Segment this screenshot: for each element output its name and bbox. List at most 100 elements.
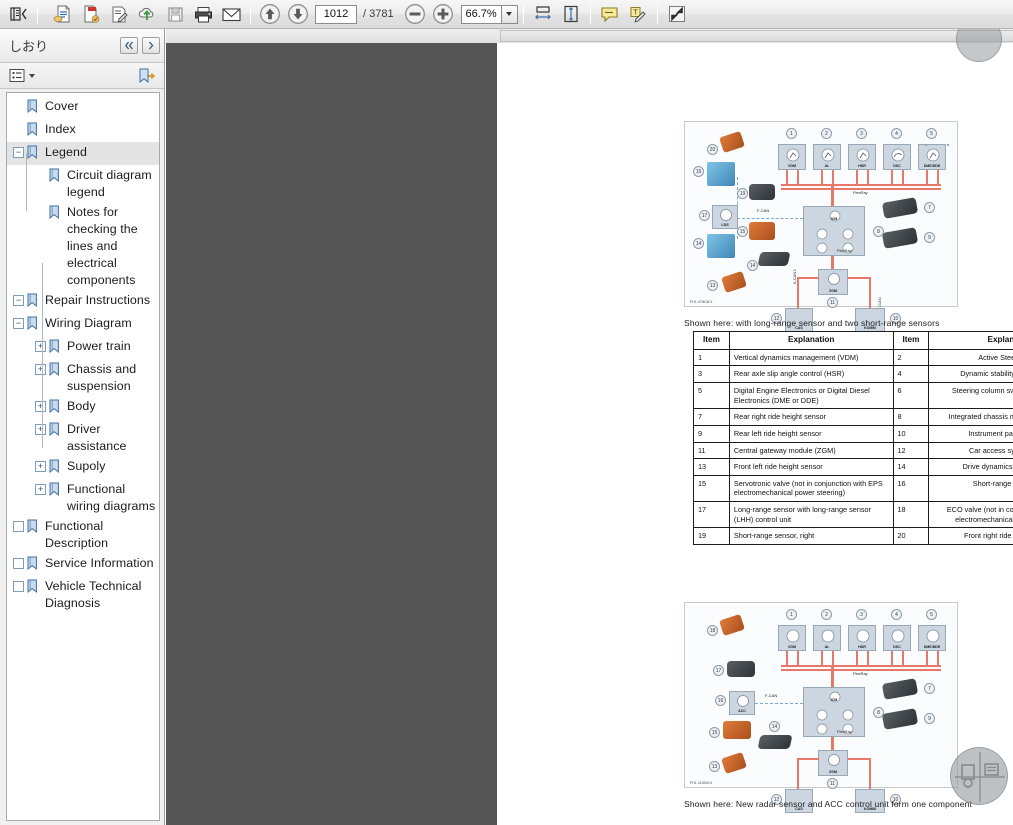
ecu-acc: ACC xyxy=(729,691,755,715)
previous-page-button[interactable] xyxy=(256,2,284,27)
table-item-number: 20 xyxy=(892,527,930,545)
page-number-input[interactable]: 1012 xyxy=(315,4,357,24)
email-button[interactable] xyxy=(217,2,245,27)
bookmark-label: Vehicle Technical Diagnosis xyxy=(45,579,142,610)
export-document-button[interactable] xyxy=(77,2,105,27)
expand-plus-icon[interactable]: + xyxy=(35,461,46,472)
ecu-glyph-icon xyxy=(737,695,749,707)
next-page-button[interactable] xyxy=(284,2,312,27)
callout-13: 13 xyxy=(707,280,718,291)
save-button[interactable] xyxy=(161,2,189,27)
flexray-drop xyxy=(821,170,823,184)
bookmark-tree[interactable]: Cover Index − Legend Circuit diagram legend N… xyxy=(6,92,160,821)
table-explanation: Dynamic stability control (DSC) xyxy=(928,365,1013,384)
bookmark-item-body[interactable]: + Body xyxy=(7,396,159,419)
flexray-drop xyxy=(902,170,904,184)
expand-plus-icon[interactable]: + xyxy=(35,341,46,352)
expand-toggle-icon[interactable] xyxy=(13,558,24,569)
flexray-drop-2 xyxy=(832,651,834,665)
expand-plus-icon[interactable]: + xyxy=(35,484,46,495)
table-item-number: 1 xyxy=(693,348,730,367)
table-explanation: Steering column switch centre (SZL) xyxy=(928,382,1013,410)
bookmark-icon xyxy=(27,519,40,538)
open-document-button[interactable] xyxy=(49,2,77,27)
bookmark-options-menu-button[interactable] xyxy=(6,66,38,85)
callout-13b: 13 xyxy=(709,761,720,772)
bookmark-label: Supoly xyxy=(67,459,106,473)
print-icon xyxy=(194,6,212,22)
bookmark-item-functional-description[interactable]: Functional Description xyxy=(7,516,159,553)
zoom-out-button[interactable] xyxy=(401,2,429,27)
table-explanation: Digital Engine Electronics or Digital Di… xyxy=(728,382,894,410)
pt-can-bus-2 xyxy=(848,758,870,760)
horizontal-scrollbar[interactable] xyxy=(166,29,1013,43)
bookmark-item-chassis-and-suspension[interactable]: + Chassis and suspension xyxy=(7,359,159,396)
ecu-label: AL xyxy=(824,164,830,168)
bookmark-label: Body xyxy=(67,399,96,413)
sidebar-expand-button[interactable] xyxy=(142,37,160,54)
bookmark-item-circuit-diagram-legend[interactable]: Circuit diagram legend xyxy=(7,165,159,202)
sidebar-splitter-handle[interactable] xyxy=(2,469,6,531)
zoom-dropdown-button[interactable] xyxy=(500,4,518,24)
bookmark-item-power-train[interactable]: + Power train xyxy=(7,336,159,359)
ecu-glyph-icon xyxy=(821,148,835,162)
collapse-minus-icon[interactable]: − xyxy=(13,295,24,306)
zoom-out-icon xyxy=(404,4,425,24)
table-item-number: 16 xyxy=(892,474,930,503)
fit-width-button[interactable] xyxy=(529,2,557,27)
sidebar-toggle-button[interactable] xyxy=(4,2,32,27)
flexray-label-2: FlexRay xyxy=(837,248,852,253)
arrow-down-circle-icon xyxy=(288,4,308,24)
bookmark-item-cover[interactable]: Cover xyxy=(7,96,159,119)
zoom-in-button[interactable] xyxy=(429,2,457,27)
view-mode-orb[interactable] xyxy=(950,747,1008,805)
bookmark-item-index[interactable]: Index xyxy=(7,119,159,142)
f-can-bus-2 xyxy=(755,703,803,704)
bookmark-label: Circuit diagram legend xyxy=(67,168,152,199)
flexray-drop xyxy=(891,170,893,184)
fullscreen-button[interactable] xyxy=(663,2,691,27)
collapse-minus-icon[interactable]: − xyxy=(13,318,24,329)
horizontal-scrollbar-thumb[interactable] xyxy=(500,30,1013,42)
bookmark-item-notes-for-checking-the-lines-and-electrical-components[interactable]: Notes for checking the lines and electri… xyxy=(7,202,159,290)
table-explanation: ECO valve (not in conjunction with EPS e… xyxy=(928,501,1013,529)
callout-1b: 1 xyxy=(786,609,797,620)
bookmark-item-driver-assistance[interactable]: + Driver assistance xyxy=(7,419,159,456)
bookmark-item-repair-instructions[interactable]: − Repair Instructions xyxy=(7,290,159,313)
table-explanation: Vertical dynamics management (VDM) xyxy=(728,348,894,367)
fit-page-button[interactable] xyxy=(557,2,585,27)
bookmark-item-vehicle-technical-diagnosis[interactable]: Vehicle Technical Diagnosis xyxy=(7,576,159,613)
ecu-label: DSC xyxy=(893,164,901,168)
bookmark-item-legend[interactable]: − Legend xyxy=(7,142,159,165)
bookmark-item-functional-wiring-diagrams[interactable]: + Functional wiring diagrams xyxy=(7,479,159,516)
bookmark-item-service-information[interactable]: Service Information xyxy=(7,553,159,576)
bookmark-item-wiring-diagram[interactable]: − Wiring Diagram xyxy=(7,313,159,336)
zoom-level-input[interactable]: 66.7% xyxy=(460,4,501,24)
bookmark-item-supoly[interactable]: + Supoly xyxy=(7,456,159,479)
collapse-minus-icon[interactable]: − xyxy=(13,147,24,158)
expand-plus-icon[interactable]: + xyxy=(35,424,46,435)
expand-plus-icon[interactable]: + xyxy=(35,364,46,375)
ecu-dme-dde: DME/DDE xyxy=(918,144,946,170)
sidebar-collapse-button[interactable] xyxy=(120,37,138,54)
table-row: 15 Servotronic valve (not in conjunction … xyxy=(693,474,1013,503)
text-markup-button[interactable]: T xyxy=(624,2,652,27)
table-explanation: Servotronic valve (not in conjunction wi… xyxy=(728,474,894,503)
expand-toggle-icon[interactable] xyxy=(13,521,24,532)
expand-plus-icon[interactable]: + xyxy=(35,401,46,412)
table-item-number: 4 xyxy=(892,365,930,384)
table-row: 3 Rear axle slip angle control (HSR) 4 Dyna… xyxy=(693,365,1013,384)
print-button[interactable] xyxy=(189,2,217,27)
bookmark-icon xyxy=(27,316,40,335)
expand-toggle-icon[interactable] xyxy=(13,581,24,592)
upload-cloud-button[interactable] xyxy=(133,2,161,27)
table-explanation: Central gateway module (ZGM) xyxy=(728,441,894,460)
main-toolbar: 1012 / 3781 66.7% T xyxy=(0,0,1013,29)
edit-document-button[interactable] xyxy=(105,2,133,27)
add-bookmark-button[interactable] xyxy=(135,66,158,86)
legend-table-wrapper: ItemExplanationItemExplanation 1Vertical… xyxy=(693,331,1013,545)
toolbar-separator-1 xyxy=(37,4,38,24)
bookmark-label: Wiring Diagram xyxy=(45,316,132,330)
add-comment-button[interactable] xyxy=(596,2,624,27)
